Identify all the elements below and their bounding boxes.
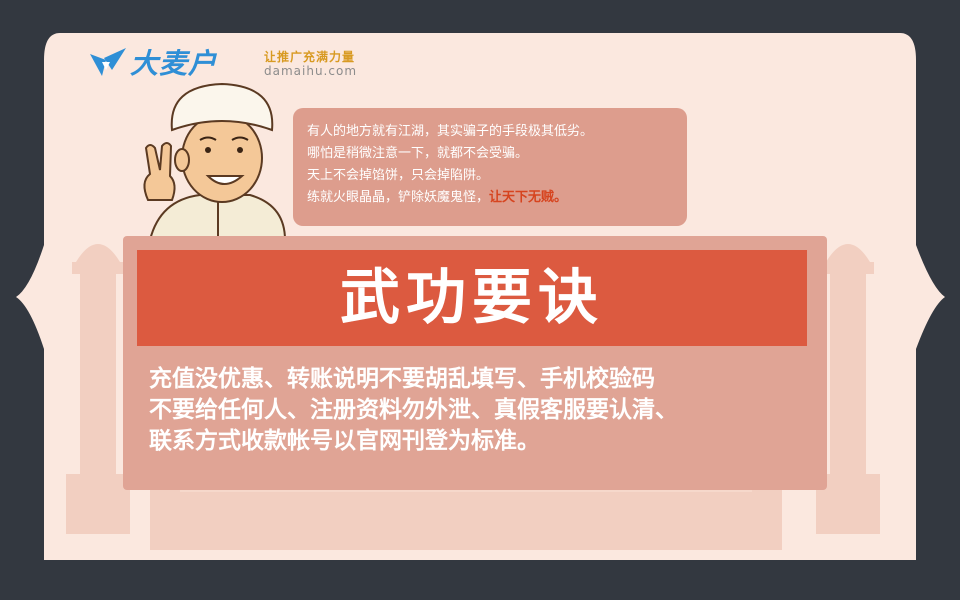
panel-body: 充值没优惠、转账说明不要胡乱填写、手机校验码 不要给任何人、注册资料勿外泄、真假…: [149, 364, 809, 457]
brand-domain: damaihu.com: [264, 64, 358, 78]
bubble-line: 有人的地方就有江湖，其实骗子的手段极其低劣。: [307, 124, 594, 139]
panel-body-line: 不要给任何人、注册资料勿外泄、真假客服要认清、: [149, 397, 678, 423]
brand-logo[interactable]: 大麦户 让推广充满力量 damaihu.com: [88, 42, 398, 84]
speech-bubble: 有人的地方就有江湖，其实骗子的手段极其低劣。 哪怕是稍微注意一下，就都不会受骗。…: [293, 108, 687, 226]
bubble-text: 有人的地方就有江湖，其实骗子的手段极其低劣。 哪怕是稍微注意一下，就都不会受骗。…: [307, 121, 679, 209]
bird-logo-icon: [90, 48, 126, 76]
bubble-highlight: 让天下无贼。: [489, 190, 568, 205]
bubble-line: 练就火眼晶晶，铲除妖魔鬼怪，让天下无贼。: [307, 187, 679, 209]
panel-title: 武功要诀: [340, 263, 604, 333]
base-platform-decoration: [150, 490, 782, 550]
title-bar: 武功要诀: [137, 250, 807, 346]
bubble-line-prefix: 练就火眼晶晶，铲除妖魔鬼怪，: [307, 190, 490, 205]
brand-name: 大麦户: [130, 47, 218, 80]
bubble-line: 天上不会掉馅饼，只会掉陷阱。: [307, 168, 490, 183]
panel-body-line: 充值没优惠、转账说明不要胡乱填写、手机校验码: [149, 366, 655, 392]
bubble-line: 哪怕是稍微注意一下，就都不会受骗。: [307, 146, 529, 161]
brand-slogan: 让推广充满力量: [264, 50, 356, 64]
panel-body-line: 联系方式收款帐号以官网刊登为标准。: [149, 428, 540, 454]
main-panel: 武功要诀 充值没优惠、转账说明不要胡乱填写、手机校验码 不要给任何人、注册资料勿…: [123, 236, 827, 490]
